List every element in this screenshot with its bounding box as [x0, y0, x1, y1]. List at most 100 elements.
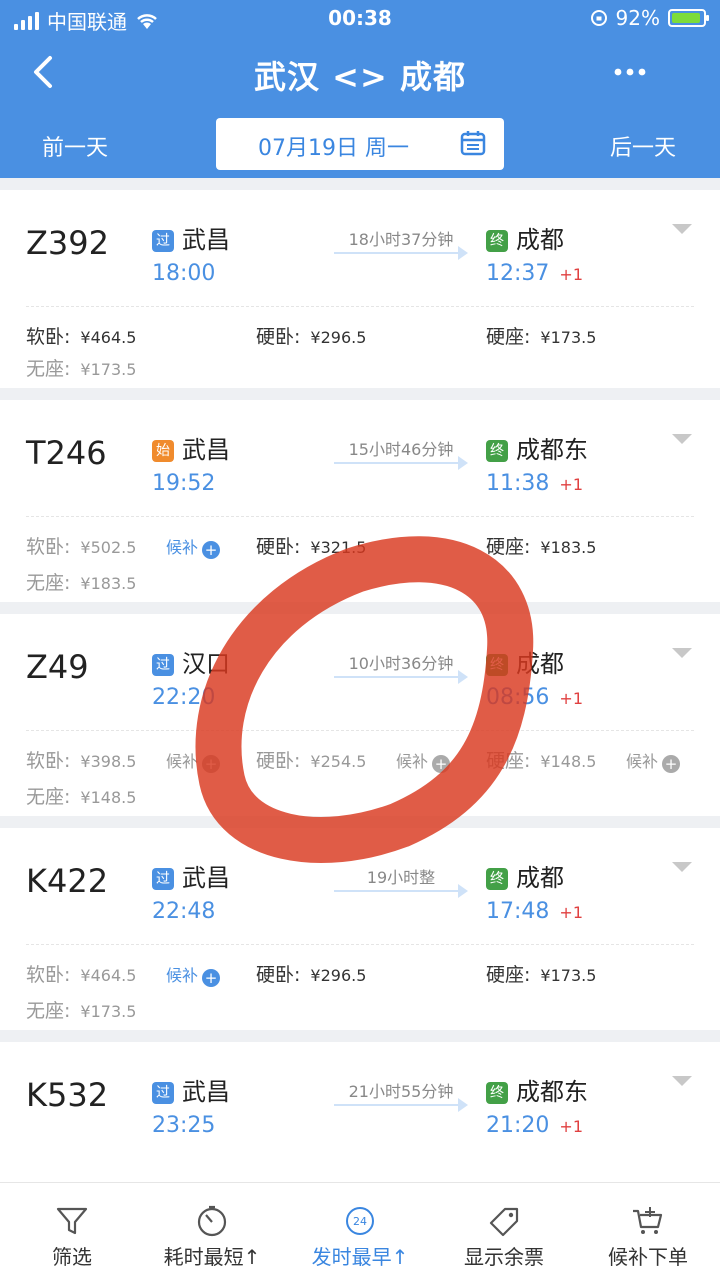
seat-soft-sleeper: 软卧: ¥398.5 — [26, 746, 136, 773]
from-station-name: 武昌 — [182, 436, 230, 464]
departure-station: 始武昌 19:52 — [152, 430, 230, 496]
departure-time: 19:52 — [152, 471, 216, 496]
seat-price: ¥148.5 — [540, 752, 597, 771]
arrow-right-icon — [334, 456, 468, 470]
seat-name: 硬卧: — [256, 750, 301, 772]
waitlist-button[interactable]: 候补 + — [166, 962, 221, 987]
train-card[interactable]: T246 始武昌 19:52 15小时46分钟 终成都东 11:38 +1 软卧: ¥5… — [0, 400, 720, 602]
ticket-tag-icon — [489, 1207, 519, 1237]
seat-price: ¥183.5 — [80, 574, 137, 593]
seat-price: ¥148.5 — [80, 788, 137, 807]
battery-percent: 92% — [615, 6, 660, 30]
top-header: 中国联通 00:38 92% 武汉 <> 成都 前一天 07月19日 周一 后一… — [0, 0, 720, 178]
origin-tag: 始 — [152, 440, 174, 462]
seat-no-seat: 无座: ¥173.5 — [26, 354, 136, 381]
departure-station: 过武昌 23:25 — [152, 1072, 230, 1138]
from-station-name: 武昌 — [182, 864, 230, 892]
seat-name: 硬卧: — [256, 326, 301, 348]
prev-day-button[interactable]: 前一天 — [42, 130, 108, 162]
tab-shortest-duration[interactable]: 耗时最短↑ — [140, 1183, 284, 1281]
seat-name: 硬座: — [486, 964, 531, 986]
arrival-time-row: 21:20 +1 — [486, 1113, 588, 1138]
waitlist-button[interactable]: 候补 + — [166, 748, 221, 773]
arrival-time-row: 08:56 +1 — [486, 685, 583, 710]
travel-duration: 18小时37分钟 — [348, 230, 454, 249]
divider — [26, 730, 694, 731]
waitlist-button[interactable]: 候补 + — [396, 748, 451, 773]
seat-price: ¥321.5 — [310, 538, 367, 557]
plus-circle-icon: + — [202, 541, 221, 559]
tab-earliest-departure[interactable]: 24 发时最早↑ — [288, 1183, 432, 1281]
expand-caret-icon[interactable] — [672, 862, 692, 872]
seat-no-seat: 无座: ¥173.5 — [26, 996, 136, 1023]
waitlist-label: 候补 — [166, 538, 199, 557]
calendar-icon — [460, 131, 486, 156]
next-day-badge: +1 — [559, 475, 583, 494]
arrival-station: 终成都 12:37 +1 — [486, 220, 583, 286]
arrival-time: 12:37 — [486, 261, 550, 286]
waitlist-button[interactable]: 候补 + — [166, 534, 221, 559]
waitlist-label: 候补 — [166, 966, 199, 985]
train-number: K532 — [26, 1076, 109, 1114]
arrival-time: 08:56 — [486, 685, 550, 710]
tab-waitlist-order[interactable]: 候补下单 — [576, 1183, 720, 1281]
seat-hard-sleeper: 硬卧: ¥321.5 — [256, 532, 366, 559]
seat-price: ¥296.5 — [310, 328, 367, 347]
terminal-tag: 终 — [486, 1082, 508, 1104]
status-right-group: 92% — [590, 6, 709, 30]
departure-station: 过武昌 22:48 — [152, 858, 230, 924]
date-picker[interactable]: 07月19日 周一 — [216, 118, 504, 170]
tab-show-remaining[interactable]: 显示余票 — [432, 1183, 576, 1281]
seat-soft-sleeper: 软卧: ¥502.5 — [26, 532, 136, 559]
arrow-right-icon — [334, 1098, 468, 1112]
seat-name: 硬卧: — [256, 536, 301, 558]
expand-caret-icon[interactable] — [672, 1076, 692, 1086]
travel-duration: 10小时36分钟 — [348, 654, 454, 673]
pass-tag: 过 — [152, 1082, 174, 1104]
seat-name: 软卧: — [26, 326, 71, 348]
to-station-name: 成都东 — [516, 1078, 588, 1106]
battery-icon — [668, 9, 709, 27]
seat-name: 无座: — [26, 786, 71, 808]
expand-caret-icon[interactable] — [672, 224, 692, 234]
to-station-name: 成都 — [516, 864, 564, 892]
train-number: Z49 — [26, 648, 89, 686]
tab-label: 发时最早↑ — [311, 1245, 409, 1269]
from-station-name: 汉口 — [182, 650, 230, 678]
train-card[interactable]: K532 过武昌 23:25 21小时55分钟 终成都东 21:20 +1 — [0, 1042, 720, 1182]
train-card[interactable]: Z392 过武昌 18:00 18小时37分钟 终成都 12:37 +1 软卧: ¥46… — [0, 190, 720, 388]
seat-name: 软卧: — [26, 750, 71, 772]
arrival-time-row: 12:37 +1 — [486, 261, 583, 286]
terminal-tag: 终 — [486, 230, 508, 252]
pass-tag: 过 — [152, 230, 174, 252]
seat-name: 硬座: — [486, 326, 531, 348]
arrival-time: 17:48 — [486, 899, 550, 924]
arrival-station: 终成都 08:56 +1 — [486, 644, 583, 710]
to-station-name: 成都 — [516, 226, 564, 254]
departure-time: 22:48 — [152, 899, 216, 924]
waitlist-label: 候补 — [166, 752, 199, 771]
expand-caret-icon[interactable] — [672, 434, 692, 444]
filter-icon — [56, 1207, 88, 1235]
more-button[interactable] — [610, 50, 650, 98]
seat-price: ¥398.5 — [80, 752, 137, 771]
train-card[interactable]: K422 过武昌 22:48 19小时整 终成都 17:48 +1 软卧: ¥464.5… — [0, 828, 720, 1030]
arrival-time: 11:38 — [486, 471, 550, 496]
seat-price: ¥296.5 — [310, 966, 367, 985]
train-card[interactable]: Z49 过汉口 22:20 10小时36分钟 终成都 08:56 +1 软卧: ¥398… — [0, 614, 720, 816]
arrival-time-row: 11:38 +1 — [486, 471, 588, 496]
departure-time: 22:20 — [152, 685, 216, 710]
seat-name: 无座: — [26, 1000, 71, 1022]
cart-plus-icon — [633, 1207, 663, 1234]
pass-tag: 过 — [152, 868, 174, 890]
seat-price: ¥183.5 — [540, 538, 597, 557]
seat-soft-sleeper: 软卧: ¥464.5 — [26, 960, 136, 987]
waitlist-button[interactable]: 候补 + — [626, 748, 681, 773]
nav-bar: 武汉 <> 成都 — [0, 44, 720, 104]
expand-caret-icon[interactable] — [672, 648, 692, 658]
waitlist-label: 候补 — [626, 752, 659, 771]
next-day-badge: +1 — [559, 265, 583, 284]
divider — [26, 306, 694, 307]
next-day-button[interactable]: 后一天 — [610, 130, 676, 162]
tab-filter[interactable]: 筛选 — [0, 1183, 144, 1281]
